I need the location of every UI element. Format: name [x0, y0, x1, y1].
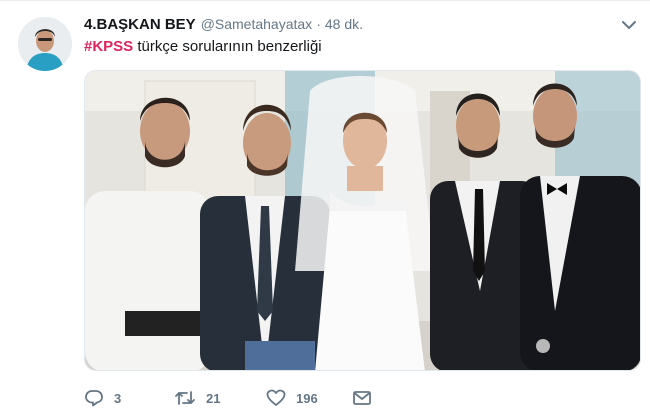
- tweet-photo[interactable]: [84, 70, 641, 371]
- user-avatar[interactable]: [18, 17, 72, 71]
- reply-button[interactable]: 3: [84, 389, 174, 407]
- separator-dot: ·: [316, 16, 321, 32]
- chevron-down-icon[interactable]: [620, 18, 638, 32]
- retweet-icon: [174, 389, 196, 407]
- hashtag-link[interactable]: #KPSS: [84, 38, 133, 55]
- envelope-icon: [352, 390, 372, 406]
- tweet-header: 4.BAŞKAN BEY @Sametahayatax · 48 dk.: [84, 16, 363, 36]
- heart-icon: [266, 389, 286, 407]
- tweet-text: #KPSS türkçe sorularının benzerliği: [84, 38, 322, 55]
- direct-message-button[interactable]: [352, 390, 382, 406]
- display-name[interactable]: 4.BAŞKAN BEY: [84, 16, 196, 33]
- reply-count: 3: [114, 390, 122, 406]
- tweet-actions: 3 21 196: [84, 385, 382, 411]
- user-handle[interactable]: @Sametahayatax: [201, 16, 313, 32]
- tweet-card[interactable]: 4.BAŞKAN BEY @Sametahayatax · 48 dk. #KP…: [0, 0, 650, 414]
- like-count: 196: [296, 390, 318, 406]
- reply-icon: [84, 389, 104, 407]
- retweet-count: 21: [206, 390, 221, 406]
- tweet-body-text: türkçe sorularının benzerliği: [133, 38, 322, 55]
- timestamp[interactable]: 48 dk.: [325, 16, 363, 32]
- like-button[interactable]: 196: [266, 389, 352, 407]
- retweet-button[interactable]: 21: [174, 389, 266, 407]
